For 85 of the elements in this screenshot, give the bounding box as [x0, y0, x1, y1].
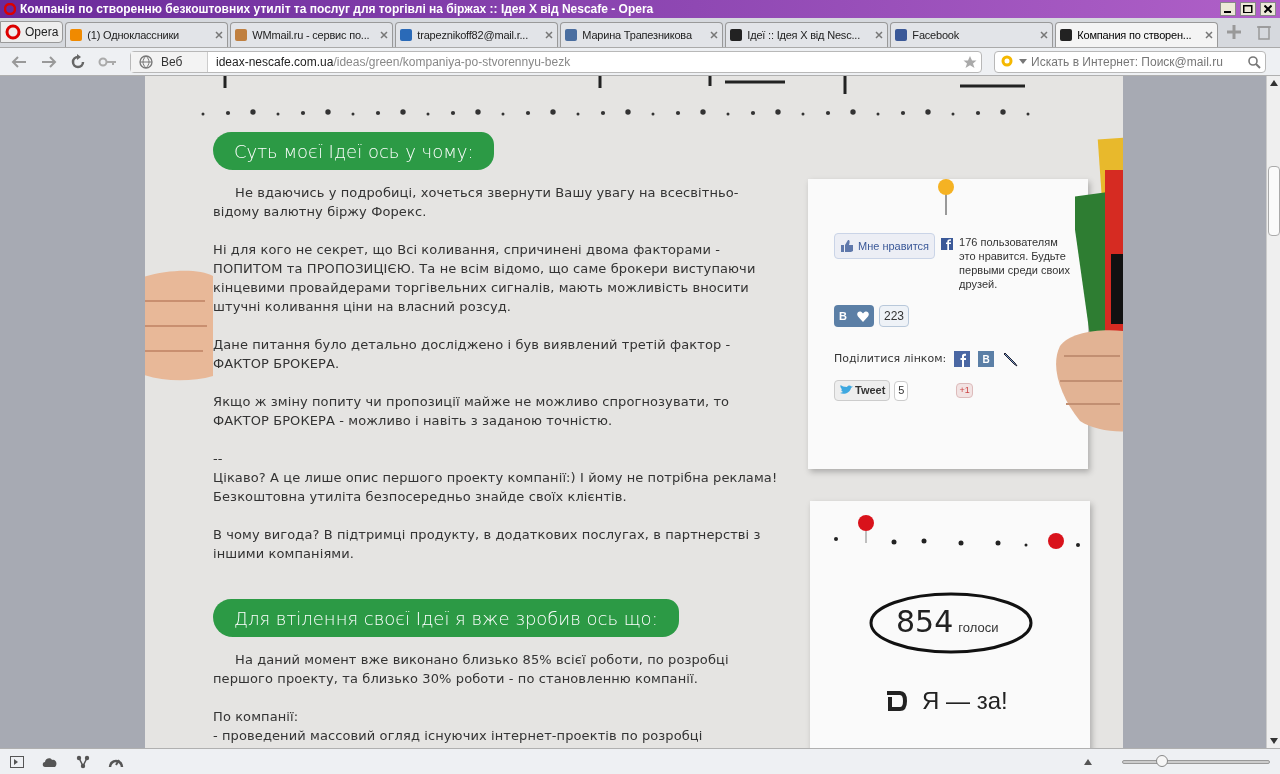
pencil-icon[interactable]	[1002, 351, 1019, 368]
close-icon	[214, 30, 225, 40]
plus-one-button[interactable]: +1	[956, 383, 973, 398]
close-icon	[1264, 5, 1272, 13]
tweet-count: 5	[894, 380, 909, 401]
bracket-icon	[884, 690, 908, 712]
facebook-icon	[941, 238, 954, 250]
slider-thumb[interactable]	[1156, 754, 1169, 767]
paragraph: В чому вигода? В підтримці продукту, в додаткових послугах, в партнерстві з іншими компаніями.	[213, 526, 762, 563]
site-icon	[729, 28, 744, 42]
tab-label: Ідеї :: Ідея X від Nesc...	[747, 27, 862, 43]
scroll-thumb[interactable]	[1267, 166, 1280, 236]
caret-icon	[1019, 58, 1027, 65]
window-title: Компанія по створенню безкоштовних утиліт та послуг для торгівлі на біржах :: Ідея X від Nescafe - Opera	[20, 1, 655, 18]
down-arrow-icon	[1269, 738, 1278, 744]
scrollbar[interactable]	[1266, 76, 1280, 748]
close-icon	[544, 30, 555, 40]
site-icon	[69, 28, 84, 42]
paragraph: На даний момент вже виконано близько 85% всієї роботи, по розробці першого проекту, та близько 30% роботи - по становленню компанії.	[213, 651, 730, 688]
vote-button[interactable]: Я — за!	[884, 683, 1008, 719]
up-caret-icon[interactable]	[1084, 758, 1092, 765]
search-field[interactable]: Искать в Интернет: Поиск@mail.ru	[994, 50, 1266, 73]
site-icon	[399, 28, 414, 42]
tab-label: Марина Трапезникова	[582, 27, 693, 43]
vote-count: 854	[896, 605, 954, 639]
like-button[interactable]: Мне нравится	[834, 233, 936, 259]
close-icon	[874, 30, 885, 40]
paragraph: По компанії: - проведений массовий огляд існуючих інтернет-проектів по розробці	[213, 708, 704, 745]
section-heading: Для втілення своєї Ідеї я вже зробив ось що:	[213, 599, 679, 637]
vk-like-button[interactable]: В	[834, 305, 874, 327]
site-label: Веб	[161, 53, 184, 71]
tab-label: WMmail.ru - сервис по...	[252, 27, 371, 43]
opera-menu-button[interactable]: Opera	[0, 21, 64, 43]
opera-logo-icon	[5, 24, 21, 40]
reload-icon[interactable]	[70, 53, 86, 70]
bird-icon	[839, 385, 853, 396]
maximize-icon	[1243, 5, 1253, 13]
opera-logo-icon	[4, 3, 16, 15]
facebook-share-icon[interactable]	[954, 351, 971, 368]
share-label: Поділитися лінком:	[834, 351, 947, 367]
tab-label: trapeznikoff82@mail.r...	[417, 27, 530, 43]
browser-tab[interactable]: Компания по створен...	[1055, 22, 1219, 47]
search-icon	[1247, 54, 1261, 69]
minimize-button[interactable]	[1220, 2, 1236, 16]
paragraph: Якщо ж зміну попиту чи пропозиції майже не можливо спрогнозувати, то ФАКТОР БРОКЕРА - можливо і навіть з заданою точністю.	[213, 393, 731, 430]
pin-icon	[936, 177, 956, 217]
site-icon	[234, 28, 249, 42]
paragraph: Ні для кого не секрет, що Всі коливання, спричинені двома факторами - ПОПИТОМ та ПРОПОЗИЦІЄЮ. Та не всім відомо, що саме брокери виступаючи кінцевими провайдерами торгівельних сигналів, мають можливість вносити штучні коливання ціни на власний розсуд.	[213, 241, 757, 316]
tab-label: (1) Одноклассники	[87, 27, 181, 43]
browser-tab[interactable]: Марина Трапезникова	[560, 22, 724, 47]
thumbs-up-icon	[840, 240, 854, 252]
vk-share-button[interactable]: В	[978, 351, 995, 368]
browser-tab[interactable]: trapeznikoff82@mail.r...	[395, 22, 559, 47]
close-icon	[379, 30, 390, 40]
nodes-icon[interactable]	[76, 754, 90, 769]
url-text: ideax-nescafe.com.ua/ideas/green/kompaniya-po-stvorennyu-bezk	[216, 53, 572, 71]
site-icon	[564, 28, 579, 42]
close-icon	[709, 30, 720, 40]
up-arrow-icon	[1269, 80, 1278, 86]
globe-icon	[139, 54, 153, 69]
paragraph: Дане питання було детально досліджено і був виявлений третій фактор - ФАКТОР БРОКЕРА.	[213, 336, 732, 373]
browser-tab[interactable]: WMmail.ru - сервис по...	[230, 22, 394, 47]
cloud-icon[interactable]	[42, 755, 58, 768]
browser-tab[interactable]: Facebook	[890, 22, 1054, 47]
heart-icon	[856, 310, 869, 322]
paragraph: -- Цікаво? А це лише опис першого проекту компанії:) І йому не потрібна реклама! Безкоштовна утиліта безпосередньо знайде своїх клієнтів.	[213, 450, 779, 506]
maximize-button[interactable]	[1240, 2, 1256, 16]
tab-label: Компания по створен...	[1077, 27, 1193, 43]
paragraph: Не вдаючись у подробиці, хочеться звернути Вашу увагу на всесвітньо-відому валютну біржу Форекс.	[213, 184, 740, 221]
star-icon[interactable]	[963, 54, 977, 69]
close-icon	[1204, 30, 1215, 40]
like-count: 223	[879, 305, 910, 327]
tab-label: Facebook	[912, 27, 961, 43]
like-text: 176 пользователям это нравится. Будьте первыми среди своих друзей.	[959, 235, 1071, 291]
panel-icon[interactable]	[10, 755, 24, 768]
section-heading: Суть моєї Ідеї ось у чому:	[213, 132, 495, 170]
tweet-button[interactable]: Tweet	[834, 380, 891, 401]
browser-tab[interactable]: (1) Одноклассники	[65, 22, 229, 47]
address-field[interactable]: Веб ideax-nescafe.com.ua/ideas/green/kompaniya-po-stvorennyu-bezk	[130, 50, 982, 73]
vote-unit: голоси	[958, 619, 999, 637]
browser-tab[interactable]: Ідеї :: Ідея X від Nesc...	[725, 22, 889, 47]
close-button[interactable]	[1260, 2, 1276, 16]
site-icon	[1059, 28, 1074, 42]
close-icon	[1039, 30, 1050, 40]
site-icon	[894, 28, 909, 42]
